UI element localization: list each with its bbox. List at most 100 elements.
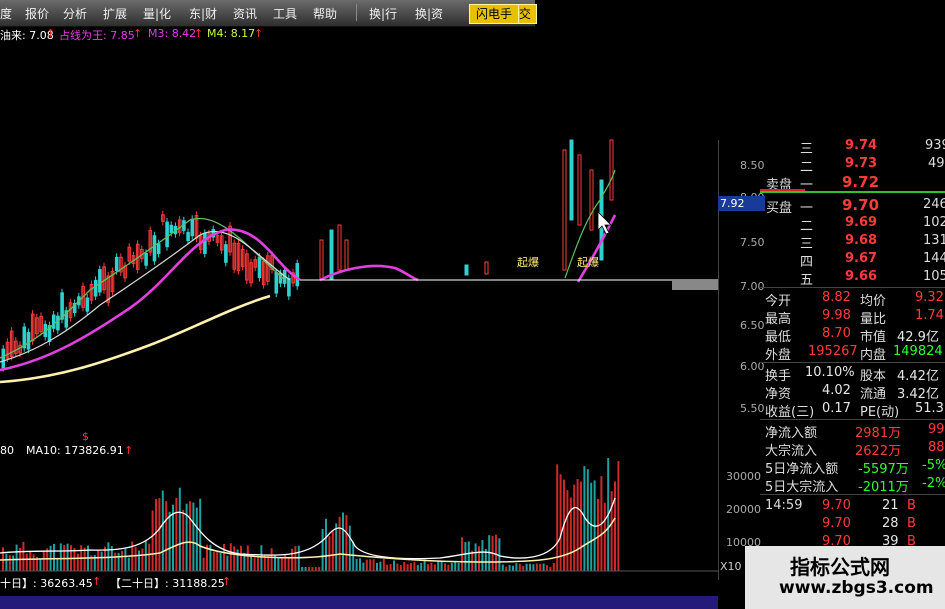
volume-bar bbox=[427, 564, 429, 571]
menu-item-news[interactable]: 资讯 bbox=[233, 5, 257, 22]
volume-bar bbox=[345, 515, 348, 571]
buy-vol-2: 102 bbox=[923, 215, 945, 230]
candle-body bbox=[577, 154, 582, 226]
volume-bar bbox=[331, 531, 334, 571]
candle-body bbox=[484, 261, 489, 275]
volume-bar bbox=[321, 528, 324, 571]
volume-bar bbox=[403, 561, 406, 571]
volume-bar bbox=[226, 555, 229, 571]
menu-item-0[interactable]: 度 bbox=[0, 5, 12, 22]
flow-value: -2011万 bbox=[858, 480, 909, 495]
volume-bar bbox=[114, 552, 117, 571]
volume-bar bbox=[287, 556, 290, 571]
volume-bar bbox=[617, 461, 620, 571]
menu-item-quant[interactable]: 量|化 bbox=[143, 5, 171, 22]
menu-bar: 度 报价 分析 扩展 量|化 东|财 资讯 工具 帮助 换|行 换|资 闪电手 … bbox=[0, 0, 537, 27]
sell-price-1[interactable]: 9.72 bbox=[842, 173, 879, 191]
volume-bar bbox=[569, 497, 572, 571]
candle-body bbox=[295, 263, 300, 287]
menu-item-extend[interactable]: 扩展 bbox=[103, 5, 127, 22]
volume-bar bbox=[158, 498, 161, 571]
flash-trade-button[interactable]: 闪电手 bbox=[469, 4, 519, 24]
twenty-day-label: 【二十日】: 31188.25 bbox=[110, 577, 225, 590]
stat-value: 8.70 bbox=[822, 326, 851, 341]
volume-bar bbox=[501, 564, 504, 571]
volume-bar bbox=[121, 550, 123, 571]
bottom-scroll-bar[interactable] bbox=[0, 596, 718, 609]
volume-bar bbox=[467, 541, 470, 571]
tick-vol: 28 bbox=[882, 516, 899, 531]
sell-price-3[interactable]: 9.74 bbox=[845, 138, 877, 153]
tick-vol: 21 bbox=[882, 498, 899, 513]
volume-bar bbox=[447, 564, 450, 571]
volume-bar bbox=[372, 559, 375, 571]
volume-bar bbox=[549, 566, 552, 571]
buy-vol-5: 105 bbox=[923, 269, 945, 284]
volume-bar bbox=[573, 484, 576, 571]
volume-bar bbox=[138, 550, 140, 571]
sell-price-2[interactable]: 9.73 bbox=[845, 156, 877, 171]
volume-bar bbox=[66, 543, 69, 571]
ma-line-cream bbox=[0, 294, 271, 384]
volume-chart[interactable] bbox=[0, 458, 718, 574]
volume-bar bbox=[182, 509, 185, 571]
volume-bar bbox=[430, 562, 433, 571]
kline-chart[interactable]: 起爆 起爆 bbox=[0, 40, 718, 440]
volume-bar bbox=[253, 557, 256, 571]
buy-price-5[interactable]: 9.66 bbox=[845, 269, 877, 284]
volume-bar bbox=[277, 558, 280, 571]
volume-bar bbox=[399, 564, 402, 571]
volume-bar bbox=[597, 498, 599, 571]
menu-item-quote[interactable]: 报价 bbox=[25, 5, 49, 22]
volume-bar bbox=[127, 557, 130, 571]
indicator-m1-arrow: ↑ bbox=[46, 27, 56, 40]
candle-body bbox=[186, 232, 190, 241]
volume-bar bbox=[233, 546, 236, 571]
menu-item-analysis[interactable]: 分析 bbox=[63, 5, 87, 22]
stat-value: 4.02 bbox=[822, 383, 851, 398]
sell-vol-3: 939 bbox=[925, 138, 945, 153]
trade-button[interactable]: 交易 bbox=[518, 4, 537, 24]
volume-bar bbox=[39, 558, 42, 571]
volume-bar bbox=[267, 555, 270, 571]
menu-item-switch-asset[interactable]: 换|资 bbox=[415, 5, 443, 22]
stats-divider bbox=[760, 362, 945, 363]
volume-bar bbox=[22, 541, 25, 571]
stat-label: 最高 bbox=[765, 312, 792, 327]
flow-label: 5日净流入额 bbox=[765, 462, 839, 477]
volume-bar bbox=[614, 481, 616, 571]
volume-bar bbox=[478, 546, 480, 571]
buy-price-4[interactable]: 9.67 bbox=[845, 251, 877, 266]
volume-bar bbox=[53, 543, 55, 571]
volume-bar bbox=[270, 548, 273, 571]
book-divider-green bbox=[760, 191, 945, 193]
buy-price-1[interactable]: 9.70 bbox=[842, 196, 879, 214]
volume-bar bbox=[148, 543, 151, 571]
buy-price-2[interactable]: 9.69 bbox=[845, 215, 877, 230]
menu-item-switch-row[interactable]: 换|行 bbox=[369, 5, 397, 22]
volume-bar bbox=[525, 563, 528, 571]
twenty-day-arrow: ↑ bbox=[222, 575, 232, 588]
candle-body bbox=[56, 315, 60, 331]
volume-bar bbox=[532, 564, 535, 571]
menu-item-help[interactable]: 帮助 bbox=[313, 5, 337, 22]
volume-bar bbox=[529, 563, 531, 571]
candle-body bbox=[257, 256, 262, 279]
volume-bar bbox=[219, 552, 222, 571]
panel-divider bbox=[760, 287, 945, 288]
candle-body bbox=[319, 239, 324, 281]
volume-bar bbox=[151, 510, 154, 571]
buy-price-3[interactable]: 9.68 bbox=[845, 233, 877, 248]
flow-value: 2981万 bbox=[855, 426, 902, 441]
volume-bar bbox=[59, 543, 62, 571]
indicator-m2-arrow: ↑ bbox=[133, 27, 143, 40]
candle-body bbox=[156, 243, 161, 254]
menu-item-eastmoney[interactable]: 东|财 bbox=[189, 5, 217, 22]
volume-bar bbox=[515, 563, 518, 571]
volume-bar bbox=[308, 567, 310, 571]
volume-bar bbox=[420, 562, 423, 571]
ma-line-magenta-2 bbox=[319, 264, 419, 282]
volume-bar bbox=[522, 565, 525, 571]
volume-bar bbox=[552, 563, 555, 571]
menu-item-tools[interactable]: 工具 bbox=[273, 5, 297, 22]
